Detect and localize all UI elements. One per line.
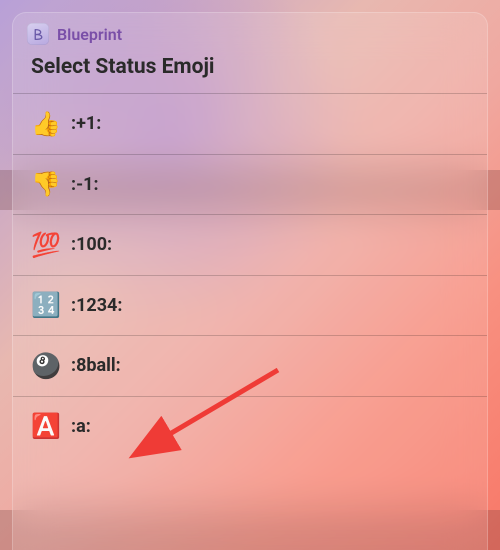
emoji-item-100[interactable]: 💯 :100: xyxy=(13,215,487,275)
emoji-code-label: :-1: xyxy=(71,174,99,195)
emoji-item-plus1[interactable]: 👍 :+1: xyxy=(13,94,487,154)
emoji-picker-panel: Blueprint Select Status Emoji 👍 :+1: 👎 :… xyxy=(12,12,488,550)
hundred-icon: 💯 xyxy=(31,233,61,257)
emoji-code-label: :+1: xyxy=(71,113,101,134)
emoji-code-label: :100: xyxy=(71,234,112,255)
panel-header: Blueprint xyxy=(13,13,487,51)
thumbs-up-icon: 👍 xyxy=(31,112,61,136)
emoji-item-1234[interactable]: 🔢 :1234: xyxy=(13,275,487,335)
emoji-code-label: :1234: xyxy=(71,295,122,316)
app-name: Blueprint xyxy=(57,25,122,44)
emoji-code-label: :a: xyxy=(71,416,91,437)
thumbs-down-icon: 👎 xyxy=(31,172,61,196)
a-button-icon: 🅰️ xyxy=(31,414,61,438)
emoji-item-minus1[interactable]: 👎 :-1: xyxy=(13,154,487,214)
numbers-icon: 🔢 xyxy=(31,293,61,317)
emoji-list: 👍 :+1: 👎 :-1: 💯 :100: 🔢 :1234: 🎱 :8ball:… xyxy=(13,94,487,457)
emoji-code-label: :8ball: xyxy=(71,355,121,376)
blueprint-app-icon xyxy=(27,23,49,45)
eight-ball-icon: 🎱 xyxy=(31,354,61,378)
emoji-item-8ball[interactable]: 🎱 :8ball: xyxy=(13,336,487,396)
panel-title: Select Status Emoji xyxy=(13,51,487,93)
emoji-item-a[interactable]: 🅰️ :a: xyxy=(13,396,487,456)
